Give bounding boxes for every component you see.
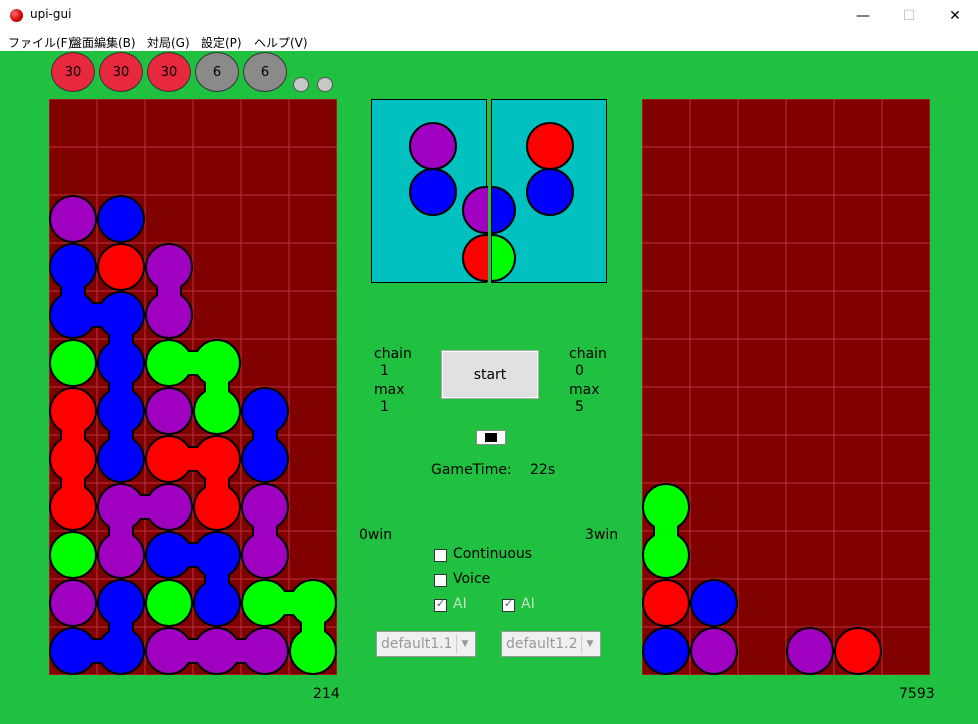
player2-score: 7593	[899, 686, 935, 702]
player1-max-label: max	[374, 382, 405, 398]
player1-chain-label: chain	[374, 346, 412, 362]
puyo	[49, 339, 97, 387]
puyo	[145, 387, 193, 435]
next-puyo	[526, 122, 574, 170]
app-icon	[10, 9, 23, 22]
player1-board-svg	[49, 99, 337, 675]
menu-file[interactable]: ファイル(F)	[8, 34, 72, 51]
player2-next-panel	[491, 99, 607, 283]
player1-board	[49, 99, 337, 675]
ojama-counter: 6	[243, 52, 287, 92]
speed-toggle[interactable]	[476, 430, 506, 445]
next-puyo	[462, 234, 488, 282]
voice-checkbox[interactable]	[434, 574, 447, 587]
ai1-checkbox[interactable]	[434, 597, 447, 612]
player2-board-svg	[642, 99, 930, 675]
menu-game[interactable]: 対局(G)	[147, 34, 190, 51]
puyo	[642, 627, 690, 675]
menu-settings[interactable]: 設定(P)	[201, 34, 242, 51]
puyo	[49, 531, 97, 579]
ai1-label: AI	[453, 596, 467, 612]
player1-score: 214	[313, 686, 340, 702]
player2-next-svg	[492, 122, 574, 282]
ai1-select-value: default1.1	[381, 636, 453, 652]
player2-max-value: 5	[575, 399, 584, 415]
next-puyo	[409, 122, 457, 170]
next-puyo	[526, 168, 574, 216]
player2-chain-label: chain	[569, 346, 607, 362]
ojama-counter: 30	[99, 52, 143, 92]
gametime-label: GameTime:	[431, 462, 512, 478]
ojama-counter: 30	[51, 52, 95, 92]
ai2-label: AI	[521, 596, 535, 612]
menu-bar: ファイル(F) 盤面編集(B) 対局(G) 設定(P) ヘルプ(V)	[0, 31, 978, 51]
puyo	[49, 579, 97, 627]
puyo	[834, 627, 882, 675]
title-bar: upi-gui — ☐ ✕	[0, 0, 978, 31]
chevron-down-icon: ▼	[456, 635, 473, 653]
next-puyo	[409, 168, 457, 216]
player1-next-svg	[409, 122, 488, 282]
puyo	[97, 195, 145, 243]
ai2-select-value: default1.2	[506, 636, 578, 652]
ai1-select[interactable]: default1.1 ▼	[376, 631, 476, 657]
player1-wins: 0win	[359, 527, 393, 543]
ojama-small-icon	[317, 77, 333, 92]
puyo	[97, 243, 145, 291]
next-puyo	[492, 186, 516, 234]
ojama-counter: 30	[147, 52, 191, 92]
next-puyo	[492, 234, 516, 282]
toggle-knob	[485, 433, 497, 442]
voice-label: Voice	[453, 571, 491, 587]
puyo	[690, 627, 738, 675]
player1-next-panel	[371, 99, 488, 283]
continuous-label: Continuous	[453, 546, 533, 562]
menu-help[interactable]: ヘルプ(V)	[254, 34, 308, 51]
ai2-checkbox[interactable]	[502, 597, 515, 612]
close-button[interactable]: ✕	[932, 0, 978, 31]
maximize-button[interactable]: ☐	[886, 0, 932, 31]
player2-wins: 3win	[585, 527, 619, 543]
player2-board	[642, 99, 930, 675]
puyo	[145, 579, 193, 627]
window-title: upi-gui	[30, 7, 72, 21]
continuous-checkbox[interactable]	[434, 549, 447, 562]
player1-chain-value: 1	[380, 363, 389, 379]
ojama-counter: 6	[195, 52, 239, 92]
next-puyo	[462, 186, 488, 234]
menu-board-edit[interactable]: 盤面編集(B)	[70, 34, 136, 51]
ai2-select[interactable]: default1.2 ▼	[501, 631, 601, 657]
start-button[interactable]: start	[441, 350, 539, 399]
ojama-small-icon	[293, 77, 309, 92]
player2-max-label: max	[569, 382, 600, 398]
puyo	[786, 627, 834, 675]
player1-max-value: 1	[380, 399, 389, 415]
puyo	[642, 579, 690, 627]
gametime-value: 22s	[530, 462, 556, 478]
puyo	[690, 579, 738, 627]
chevron-down-icon: ▼	[581, 635, 598, 653]
minimize-button[interactable]: —	[840, 0, 886, 31]
puyo	[49, 195, 97, 243]
player2-chain-value: 0	[575, 363, 584, 379]
